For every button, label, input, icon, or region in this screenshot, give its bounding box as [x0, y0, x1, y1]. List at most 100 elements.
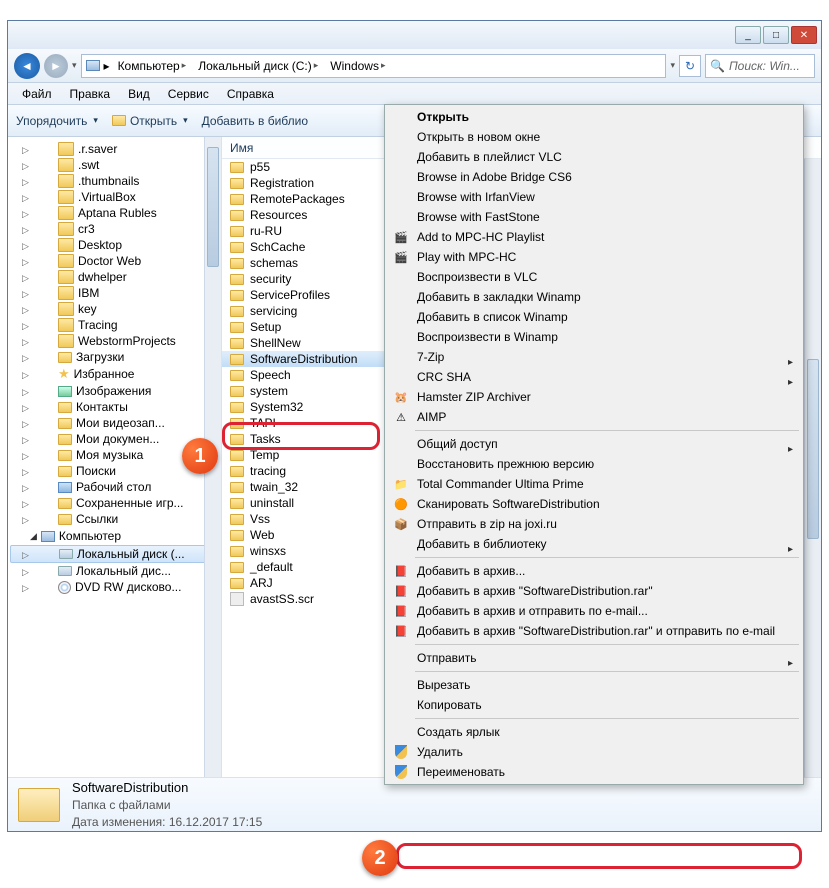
context-item[interactable]: Вырезать — [387, 675, 801, 695]
tree-item[interactable]: ▷Desktop — [8, 237, 221, 253]
tree-item[interactable]: ▷Tracing — [8, 317, 221, 333]
crumb-computer[interactable]: Компьютер▸ — [114, 59, 191, 73]
context-item[interactable]: Browse with FastStone — [387, 207, 801, 227]
context-item[interactable]: 📕Добавить в архив и отправить по e-mail.… — [387, 601, 801, 621]
minimize-button[interactable]: _ — [735, 26, 761, 44]
tree-item[interactable]: ▷.thumbnails — [8, 173, 221, 189]
maximize-button[interactable]: □ — [763, 26, 789, 44]
context-item[interactable]: 📦Отправить в zip на joxi.ru — [387, 514, 801, 534]
tree-item[interactable]: ▷dwhelper — [8, 269, 221, 285]
expand-icon[interactable]: ▷ — [22, 305, 31, 314]
tree-computer[interactable]: ◢Компьютер — [8, 527, 221, 545]
tree-item[interactable]: ▷Doctor Web — [8, 253, 221, 269]
tree-item[interactable]: ▷★Избранное — [8, 365, 221, 383]
context-item[interactable]: 📕Добавить в архив "SoftwareDistribution.… — [387, 621, 801, 641]
context-item[interactable]: Копировать — [387, 695, 801, 715]
expand-icon[interactable]: ▷ — [22, 567, 31, 576]
context-item[interactable]: 🟠Сканировать SoftwareDistribution — [387, 494, 801, 514]
menu-tools[interactable]: Сервис — [160, 85, 217, 103]
context-item[interactable]: Browse in Adobe Bridge CS6 — [387, 167, 801, 187]
context-item[interactable]: Добавить в список Winamp — [387, 307, 801, 327]
close-button[interactable]: ✕ — [791, 26, 817, 44]
expand-icon[interactable]: ▷ — [22, 435, 31, 444]
context-item[interactable]: Отправить — [387, 648, 801, 668]
tree-item[interactable]: ▷.r.saver — [8, 141, 221, 157]
tree-item[interactable]: ▷Мои видеозап... — [8, 415, 221, 431]
context-item[interactable]: 📕Добавить в архив "SoftwareDistribution.… — [387, 581, 801, 601]
expand-icon[interactable]: ▷ — [22, 257, 31, 266]
search-input[interactable]: 🔍 Поиск: Win... — [705, 54, 815, 78]
expand-icon[interactable]: ▷ — [22, 483, 31, 492]
list-scrollbar[interactable] — [804, 159, 821, 777]
expand-icon[interactable]: ▷ — [22, 467, 31, 476]
context-item[interactable]: Воспроизвести в Winamp — [387, 327, 801, 347]
context-item[interactable]: Воспроизвести в VLC — [387, 267, 801, 287]
breadcrumb[interactable]: ▸ Компьютер▸ Локальный диск (C:)▸ Window… — [81, 54, 667, 78]
expand-icon[interactable]: ▷ — [22, 451, 31, 460]
expand-icon[interactable]: ▷ — [22, 273, 31, 282]
context-item[interactable]: ⚠AIMP — [387, 407, 801, 427]
context-item[interactable]: 🎬Add to MPC-HC Playlist — [387, 227, 801, 247]
expand-icon[interactable]: ▷ — [22, 193, 31, 202]
context-item[interactable]: 🐹Hamster ZIP Archiver — [387, 387, 801, 407]
tree-item[interactable]: ▷IBM — [8, 285, 221, 301]
context-item[interactable]: 📁Total Commander Ultima Prime — [387, 474, 801, 494]
expand-icon[interactable]: ▷ — [22, 289, 31, 298]
expand-icon[interactable]: ▷ — [22, 353, 31, 362]
open-button[interactable]: Открыть — [112, 114, 188, 128]
forward-button[interactable]: ► — [44, 54, 68, 78]
context-item[interactable]: 🎬Play with MPC-HC — [387, 247, 801, 267]
tree-item[interactable]: ▷key — [8, 301, 221, 317]
expand-icon[interactable]: ▷ — [22, 583, 31, 592]
tree-item[interactable]: ▷Изображения — [8, 383, 221, 399]
context-item[interactable]: Создать ярлык — [387, 722, 801, 742]
expand-icon[interactable]: ▷ — [22, 515, 31, 524]
context-item[interactable]: Добавить в плейлист VLC — [387, 147, 801, 167]
tree-item[interactable]: ▷WebstormProjects — [8, 333, 221, 349]
collapse-icon[interactable]: ◢ — [30, 531, 37, 542]
expand-icon[interactable]: ▷ — [22, 419, 31, 428]
expand-icon[interactable]: ▷ — [22, 550, 31, 559]
tree-item[interactable]: ▷Рабочий стол — [8, 479, 221, 495]
refresh-button[interactable]: ↻ — [679, 55, 701, 77]
menu-view[interactable]: Вид — [120, 85, 158, 103]
expand-icon[interactable]: ▷ — [22, 321, 31, 330]
expand-icon[interactable]: ▷ — [22, 387, 31, 396]
tree-item[interactable]: ▷Загрузки — [8, 349, 221, 365]
expand-icon[interactable]: ▷ — [22, 241, 31, 250]
expand-icon[interactable]: ▷ — [22, 145, 31, 154]
context-item[interactable]: Добавить в библиотеку — [387, 534, 801, 554]
expand-icon[interactable]: ▷ — [22, 403, 31, 412]
crumb-drive[interactable]: Локальный диск (C:)▸ — [194, 59, 322, 73]
menu-edit[interactable]: Правка — [62, 85, 119, 103]
organize-button[interactable]: Упорядочить — [16, 114, 98, 128]
context-item[interactable]: 📕Добавить в архив... — [387, 561, 801, 581]
expand-icon[interactable]: ▷ — [22, 337, 31, 346]
expand-icon[interactable]: ▷ — [22, 161, 31, 170]
tree-drive[interactable]: ▷Локальный диск (... — [10, 545, 219, 563]
expand-icon[interactable]: ▷ — [22, 370, 31, 379]
menu-file[interactable]: Файл — [14, 85, 60, 103]
expand-icon[interactable]: ▷ — [22, 209, 31, 218]
menu-help[interactable]: Справка — [219, 85, 282, 103]
context-item[interactable]: Browse with IrfanView — [387, 187, 801, 207]
tree-item[interactable]: ▷Сохраненные игр... — [8, 495, 221, 511]
context-item[interactable]: Добавить в закладки Winamp — [387, 287, 801, 307]
crumb-windows[interactable]: Windows▸ — [326, 59, 389, 73]
expand-icon[interactable]: ▷ — [22, 177, 31, 186]
context-item[interactable]: 7-Zip — [387, 347, 801, 367]
context-item[interactable]: Открыть в новом окне — [387, 127, 801, 147]
tree-drive[interactable]: ▷DVD RW дисково... — [8, 579, 221, 595]
context-item[interactable]: Общий доступ — [387, 434, 801, 454]
tree-item[interactable]: ▷.swt — [8, 157, 221, 173]
tree-item[interactable]: ▷Ссылки — [8, 511, 221, 527]
context-item[interactable]: Удалить — [387, 742, 801, 762]
tree-item[interactable]: ▷Aptana Rubles — [8, 205, 221, 221]
context-item[interactable]: CRC SHA — [387, 367, 801, 387]
addlib-button[interactable]: Добавить в библио — [202, 114, 308, 128]
tree-item[interactable]: ▷cr3 — [8, 221, 221, 237]
context-item[interactable]: Открыть — [387, 107, 801, 127]
back-button[interactable]: ◄ — [14, 53, 40, 79]
context-item[interactable]: Переименовать — [387, 762, 801, 782]
expand-icon[interactable]: ▷ — [22, 225, 31, 234]
